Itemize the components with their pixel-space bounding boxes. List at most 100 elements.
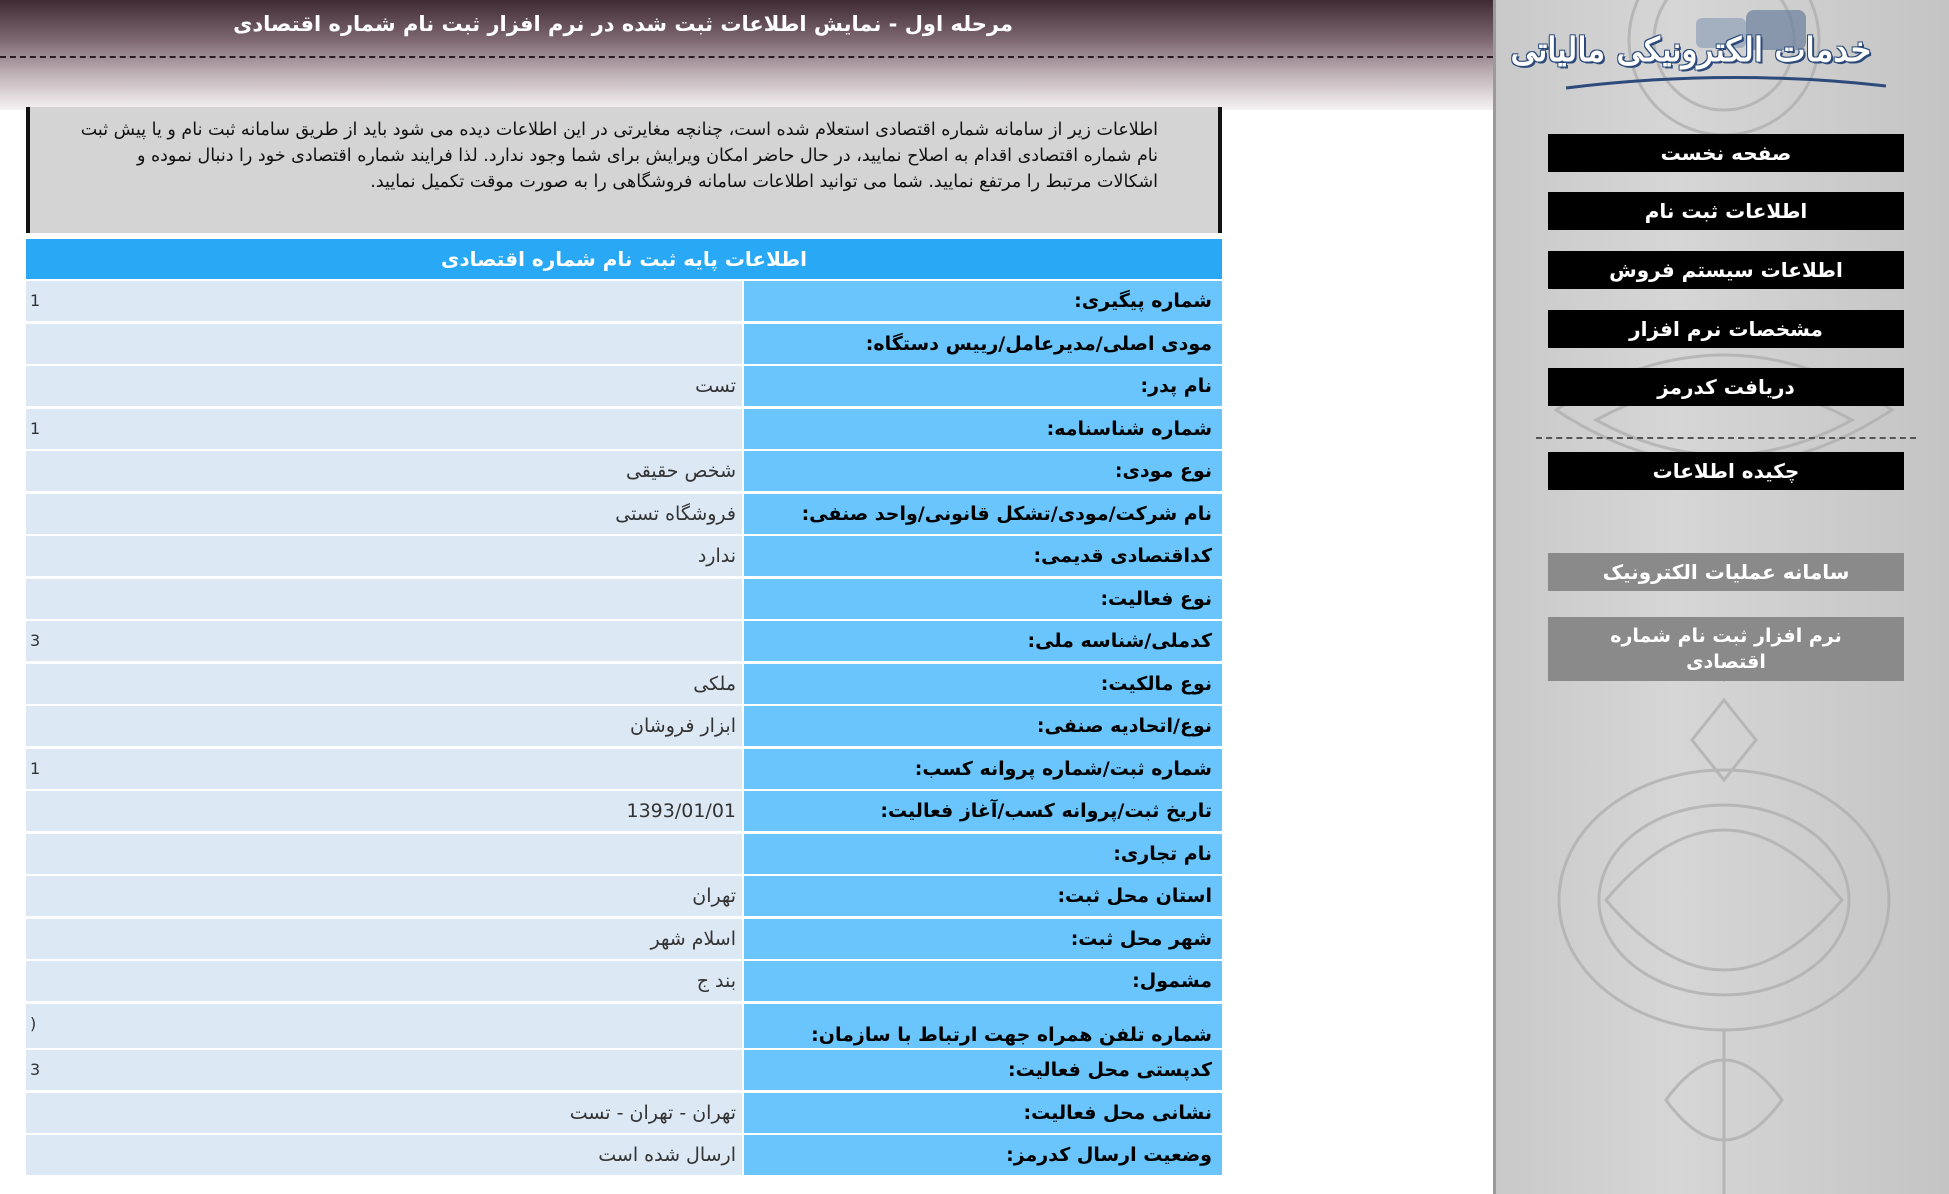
row-value-text: 1393/01/01	[626, 800, 736, 822]
row-label: استان محل ثبت:	[744, 876, 1222, 916]
row-value: 1	[26, 281, 742, 321]
table-row: اسلام شهر شهر محل ثبت:	[26, 918, 1222, 959]
row-label: شماره شناسنامه:	[744, 408, 1222, 449]
row-label: نوع/اتحادیه صنفی:	[744, 706, 1222, 746]
row-value-text: تست	[695, 375, 736, 397]
row-value: 3	[26, 621, 742, 661]
row-label: نوع مودی:	[744, 451, 1222, 491]
table-row: 1 شماره شناسنامه:	[26, 408, 1222, 449]
row-label: شماره ثبت/شماره پروانه کسب:	[744, 748, 1222, 789]
row-value: اسلام شهر	[26, 918, 742, 959]
row-value-truncated: 1	[30, 291, 41, 310]
row-value-text: اسلام شهر	[650, 927, 737, 950]
info-notice: اطلاعات زیر از سامانه شماره اقتصادی استع…	[26, 107, 1222, 233]
row-value: شخص حقیقی	[26, 451, 742, 491]
row-value-truncated: 3	[30, 1060, 41, 1079]
row-label: نام پدر:	[744, 366, 1222, 406]
row-value-truncated: 1	[30, 758, 41, 778]
nav-software-specs-button[interactable]: مشخصات نرم افزار	[1548, 310, 1904, 348]
table-row: 1 شماره پیگیری:	[26, 281, 1222, 321]
row-label: تاریخ ثبت/پروانه کسب/آغاز فعالیت:	[744, 791, 1222, 831]
row-value-truncated: 1	[30, 418, 41, 438]
row-value	[26, 323, 742, 364]
nav-sales-system-info-button[interactable]: اطلاعات سیستم فروش	[1548, 251, 1904, 289]
row-label: مشمول:	[744, 961, 1222, 1001]
row-value: 1	[26, 408, 742, 449]
row-value: فروشگاه تستی	[26, 493, 742, 534]
row-value: تهران	[26, 876, 742, 916]
page-title: مرحله اول - نمایش اطلاعات ثبت شده در نرم…	[233, 12, 1013, 36]
table-row: 3 کدملی/شناسه ملی:	[26, 621, 1222, 661]
logo-text: خدمات الکترونیکی مالیاتی	[1510, 30, 1871, 69]
table-row: تهران - تهران - تست نشانی محل فعالیت:	[26, 1092, 1222, 1133]
row-label: کدپستی محل فعالیت:	[744, 1050, 1222, 1090]
row-value: (	[26, 1003, 742, 1048]
row-label: نوع فعالیت:	[744, 578, 1222, 619]
table-row: تست نام پدر:	[26, 366, 1222, 406]
row-label: نام شرکت/مودی/تشکل قانونی/واحد صنفی:	[744, 493, 1222, 534]
logo: خدمات الکترونیکی مالیاتی	[1511, 8, 1901, 96]
table-row: فروشگاه تستی نام شرکت/مودی/تشکل قانونی/وا…	[26, 493, 1222, 534]
link-economic-number-software[interactable]: نرم افزار ثبت نام شماره اقتصادی	[1548, 617, 1904, 681]
row-value-truncated: (	[30, 1013, 37, 1033]
row-value-text: فروشگاه تستی	[615, 502, 736, 525]
row-value-truncated: 3	[30, 631, 41, 650]
row-value: تهران - تهران - تست	[26, 1092, 742, 1133]
table-row: 1 شماره ثبت/شماره پروانه کسب:	[26, 748, 1222, 789]
table-row: ابزار فروشان نوع/اتحادیه صنفی:	[26, 706, 1222, 746]
row-value-text: شخص حقیقی	[625, 460, 736, 482]
table-row: تهران استان محل ثبت:	[26, 876, 1222, 916]
row-value: ندارد	[26, 536, 742, 576]
row-label: شماره پیگیری:	[744, 281, 1222, 321]
row-value: تست	[26, 366, 742, 406]
table-title: اطلاعات پایه ثبت نام شماره اقتصادی	[26, 239, 1222, 279]
table-row: ارسال شده است وضعیت ارسال کدرمز:	[26, 1135, 1222, 1175]
row-label: شماره تلفن همراه جهت ارتباط با سازمان:	[744, 1003, 1222, 1048]
row-value-text: تهران - تهران - تست	[569, 1101, 736, 1124]
table-row: ( شماره تلفن همراه جهت ارتباط با سازمان:	[26, 1003, 1222, 1048]
table-row: مودی اصلی/مدیرعامل/رییس دستگاه:	[26, 323, 1222, 364]
nav-get-password-button[interactable]: دریافت کدرمز	[1548, 368, 1904, 406]
ornament-decoration	[1553, 0, 1895, 1194]
row-value: ارسال شده است	[26, 1135, 742, 1175]
row-label: کدملی/شناسه ملی:	[744, 621, 1222, 661]
header-divider	[0, 56, 1493, 58]
row-value: ملکی	[26, 663, 742, 704]
row-value: 1	[26, 748, 742, 789]
sidebar-divider	[1536, 437, 1916, 439]
row-value: بند ج	[26, 961, 742, 1001]
row-label: شهر محل ثبت:	[744, 918, 1222, 959]
row-value: ابزار فروشان	[26, 706, 742, 746]
table-row: 1393/01/01 تاریخ ثبت/پروانه کسب/آغاز فعال…	[26, 791, 1222, 831]
table-row: ملکی نوع مالکیت:	[26, 663, 1222, 704]
row-value-text: ارسال شده است	[598, 1144, 736, 1166]
table-row: نام تجاری:	[26, 833, 1222, 874]
notice-text: اطلاعات زیر از سامانه شماره اقتصادی استع…	[80, 120, 1158, 192]
row-value-text: ابزار فروشان	[630, 715, 736, 737]
row-label: کداقتصادی قدیمی:	[744, 536, 1222, 576]
sidebar: خدمات الکترونیکی مالیاتی صفحه نخست اطلاع…	[1493, 0, 1949, 1194]
table-row: شخص حقیقی نوع مودی:	[26, 451, 1222, 491]
info-table: 1 شماره پیگیری: مودی اصلی/مدیرعامل/رییس دس…	[26, 281, 1222, 1178]
row-value: 1393/01/01	[26, 791, 742, 831]
nav-home-button[interactable]: صفحه نخست	[1548, 134, 1904, 172]
row-label: وضعیت ارسال کدرمز:	[744, 1135, 1222, 1175]
row-value-text: تهران	[692, 885, 736, 907]
table-row: نوع فعالیت:	[26, 578, 1222, 619]
row-value: 3	[26, 1050, 742, 1090]
nav-registration-info-button[interactable]: اطلاعات ثبت نام	[1548, 192, 1904, 230]
row-value-text: ملکی	[693, 672, 736, 695]
row-value	[26, 578, 742, 619]
row-label: نام تجاری:	[744, 833, 1222, 874]
row-label: نوع مالکیت:	[744, 663, 1222, 704]
row-label: مودی اصلی/مدیرعامل/رییس دستگاه:	[744, 323, 1222, 364]
nav-summary-button[interactable]: چکیده اطلاعات	[1548, 452, 1904, 490]
row-label: نشانی محل فعالیت:	[744, 1092, 1222, 1133]
row-value-text: بند ج	[696, 970, 736, 992]
page-header: مرحله اول - نمایش اطلاعات ثبت شده در نرم…	[0, 0, 1493, 110]
table-row: بند ج مشمول:	[26, 961, 1222, 1001]
table-row: ندارد کداقتصادی قدیمی:	[26, 536, 1222, 576]
row-value-text: ندارد	[697, 545, 736, 567]
row-value	[26, 833, 742, 874]
link-electronic-operations[interactable]: سامانه عملیات الکترونیک	[1548, 553, 1904, 591]
